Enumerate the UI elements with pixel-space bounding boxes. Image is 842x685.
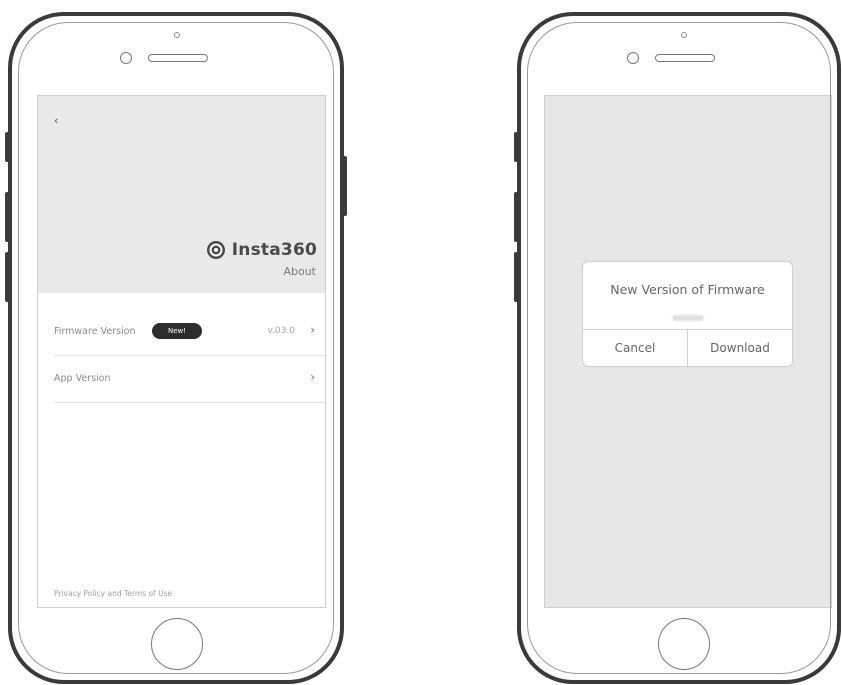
new-badge: New! (152, 323, 202, 339)
right-phone: New Version of Firmware Cancel Download (514, 12, 841, 684)
chevron-right-icon: › (310, 323, 315, 337)
volume-up-button (514, 192, 518, 242)
about-header: ‹ Insta360 About (38, 96, 325, 293)
front-camera (120, 52, 132, 64)
screen: New Version of Firmware Cancel Download (544, 95, 832, 608)
app-version-label: App Version (54, 373, 111, 384)
page-title: About (283, 265, 316, 278)
dialog-actions: Cancel Download (583, 329, 792, 366)
home-button[interactable] (151, 618, 203, 670)
mute-switch (5, 132, 9, 162)
power-button (343, 156, 347, 216)
volume-down-button (5, 252, 9, 302)
back-arrow-icon[interactable]: ‹ (54, 114, 58, 127)
brand-name: Insta360 (231, 240, 317, 260)
app-version-row[interactable]: App Version › (54, 356, 325, 403)
firmware-version-value: v.03.0 (267, 326, 295, 336)
dialog-title: New Version of Firmware (610, 282, 765, 297)
volume-down-button (514, 252, 518, 302)
screen: ‹ Insta360 About Firmware Version New! v… (37, 95, 326, 608)
earpiece-speaker (148, 54, 208, 62)
download-button[interactable]: Download (687, 330, 792, 366)
chevron-right-icon: › (310, 370, 315, 384)
cancel-button[interactable]: Cancel (583, 330, 687, 366)
earpiece-speaker (655, 54, 715, 62)
front-camera (627, 52, 639, 64)
firmware-version-placeholder (583, 306, 792, 325)
firmware-version-label: Firmware Version (54, 326, 136, 337)
insta360-logo-icon (206, 241, 225, 259)
volume-up-button (5, 192, 9, 242)
brand: Insta360 (206, 240, 317, 260)
privacy-terms-link[interactable]: Privacy Policy and Terms of Use (54, 589, 172, 598)
left-phone: ‹ Insta360 About Firmware Version New! v… (5, 12, 347, 684)
proximity-sensor (174, 32, 180, 38)
mute-switch (514, 132, 518, 162)
proximity-sensor (681, 32, 687, 38)
firmware-update-dialog: New Version of Firmware Cancel Download (582, 261, 793, 367)
home-button[interactable] (658, 618, 710, 670)
firmware-version-row[interactable]: Firmware Version New! v.03.0 › (54, 309, 325, 356)
